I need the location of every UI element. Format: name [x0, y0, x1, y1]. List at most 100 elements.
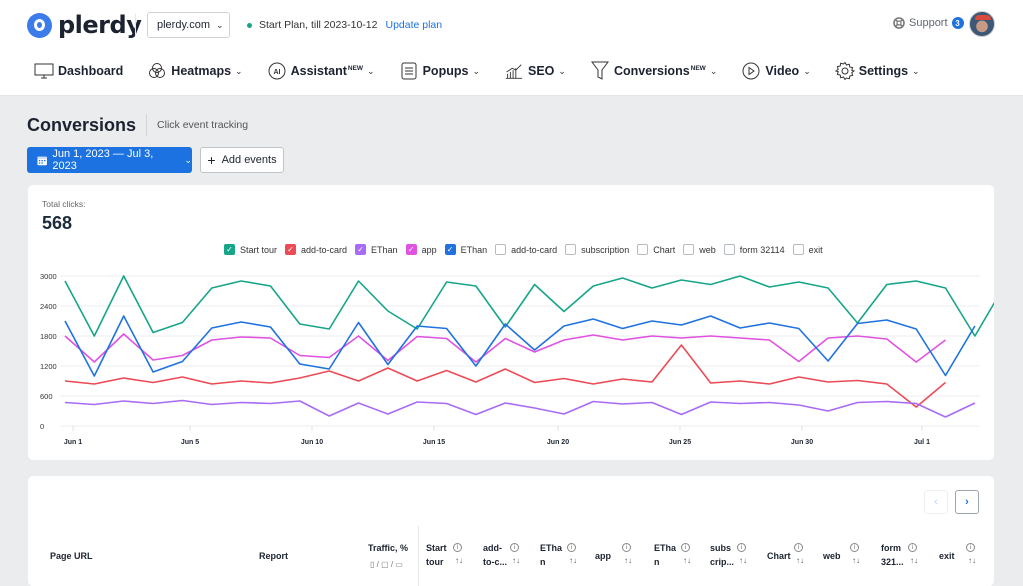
y-tick-label: 600	[40, 392, 53, 401]
chevron-down-icon: ⌄	[709, 65, 718, 76]
table-card: ‹ › Page URL Report Traffic, % ▯ / ▢ / ▭ Sta…	[28, 476, 994, 586]
column-header-event[interactable]: form 321...	[881, 541, 904, 569]
support-badge: 3	[951, 17, 964, 29]
column-header-event[interactable]: add-to-c...	[483, 541, 507, 569]
funnel-icon	[590, 61, 610, 80]
column-header-event[interactable]: app	[595, 549, 611, 563]
series-line-3	[64, 333, 946, 363]
nav-item-popups[interactable]: Popups ⌄	[399, 62, 480, 80]
status-dot-icon	[247, 22, 252, 28]
ai-icon: AI	[267, 62, 287, 80]
update-plan-link[interactable]: Update plan	[385, 19, 442, 31]
column-header-traffic[interactable]: Traffic, %	[368, 541, 408, 555]
page-title: Conversions	[27, 114, 137, 135]
plan-text: Start Plan, till 2023-10-12	[259, 19, 378, 31]
calendar-icon	[37, 156, 47, 165]
nav-label: Dashboard	[58, 64, 124, 78]
nav-item-settings[interactable]: Settings ⌄	[834, 61, 920, 81]
next-page-button[interactable]: ›	[955, 490, 979, 514]
x-tick-label: Jun 25	[669, 439, 691, 446]
page-header: Conversions Click event tracking	[27, 114, 248, 136]
prev-page-button[interactable]: ‹	[924, 490, 948, 514]
nav-label: Settings	[858, 64, 909, 78]
divider	[146, 114, 148, 136]
sort-icon[interactable]: ↑↓	[683, 556, 691, 565]
chevron-down-icon: ⌄	[184, 154, 192, 165]
sort-icon[interactable]: ↑↓	[910, 556, 918, 565]
sort-icon[interactable]: ↑↓	[796, 556, 804, 565]
column-header-event[interactable]: Start tour	[426, 541, 447, 569]
monitor-icon	[34, 62, 54, 80]
y-tick-label: 1200	[40, 362, 57, 371]
sort-icon[interactable]: ↑↓	[512, 556, 520, 565]
info-icon[interactable]: i	[510, 543, 519, 552]
plan-status: Start Plan, till 2023-10-12 Update plan	[247, 19, 442, 31]
chevron-down-icon: ⌄	[803, 65, 811, 76]
user-avatar[interactable]	[969, 11, 995, 37]
nav-item-seo[interactable]: SEO ⌄	[504, 62, 566, 80]
info-icon[interactable]: i	[794, 543, 803, 552]
new-badge: NEW	[690, 64, 706, 72]
date-range-value: Jun 1, 2023 — Jul 3, 2023	[52, 148, 154, 172]
chevron-down-icon: ⌄	[235, 65, 243, 76]
site-select[interactable]: plerdy.com ⌄	[147, 12, 230, 38]
x-tick-label: Jun 20	[547, 439, 569, 446]
column-header-page-url[interactable]: Page URL	[50, 549, 93, 563]
info-icon[interactable]: i	[622, 543, 631, 552]
info-icon[interactable]: i	[737, 543, 746, 552]
column-header-event[interactable]: exit	[939, 549, 955, 563]
support-button[interactable]: Support 3	[893, 17, 964, 29]
chevron-down-icon: ⌄	[215, 19, 224, 30]
site-select-value: plerdy.com	[157, 19, 210, 31]
sort-icon[interactable]: ↑↓	[739, 556, 747, 565]
nav-item-assistant[interactable]: AI AssistantNEW ⌄	[267, 62, 375, 80]
column-header-event[interactable]: subs crip...	[710, 541, 734, 569]
seo-chart-icon	[504, 62, 524, 80]
y-tick-label: 2400	[40, 302, 57, 311]
column-header-report[interactable]: Report	[259, 549, 288, 563]
series-line-1	[64, 344, 947, 408]
y-tick-label: 0	[40, 422, 44, 431]
nav-label: Popups	[422, 64, 469, 78]
x-tick-label: Jun 5	[181, 439, 199, 446]
chevron-down-icon: ⌄	[472, 65, 480, 76]
x-tick-label: Jul 1	[914, 439, 930, 446]
column-header-event[interactable]: ETha n	[654, 541, 676, 569]
nav-label: Heatmaps	[171, 64, 232, 78]
column-header-event[interactable]: ETha n	[540, 541, 562, 569]
info-icon[interactable]: i	[850, 543, 859, 552]
line-chart: 0 600 1200 1800 2400 3000 Jun 1 Jun 5 Jun 10 Jun …	[40, 272, 994, 446]
info-icon[interactable]: i	[681, 543, 690, 552]
chevron-down-icon: ⌄	[558, 65, 566, 76]
nav-item-video[interactable]: Video ⌄	[741, 62, 811, 80]
sort-icon[interactable]: ↑↓	[852, 556, 860, 565]
sort-icon[interactable]: ↑↓	[455, 556, 463, 565]
page-subtitle: Click event tracking	[157, 119, 249, 131]
sort-icon[interactable]: ↑↓	[624, 556, 632, 565]
series-line-2	[64, 399, 976, 418]
nav-label: ConversionsNEW	[613, 64, 706, 78]
plerdy-logo[interactable]: plerdy	[27, 11, 142, 39]
date-range-picker[interactable]: Jun 1, 2023 — Jul 3, 2023 ⌄	[27, 147, 192, 173]
lifebuoy-icon	[893, 17, 905, 29]
column-header-event[interactable]: Chart	[767, 549, 791, 563]
plus-icon: +	[207, 152, 216, 168]
info-icon[interactable]: i	[453, 543, 462, 552]
nav-item-conversions[interactable]: ConversionsNEW ⌄	[590, 61, 718, 80]
sort-icon[interactable]: ↑↓	[968, 556, 976, 565]
info-icon[interactable]: i	[567, 543, 576, 552]
main-nav: Dashboard Heatmaps ⌄ AI AssistantNEW ⌄ Popups ⌄…	[34, 61, 944, 81]
column-divider	[418, 526, 419, 586]
x-tick-label: Jun 15	[423, 439, 445, 446]
nav-item-dashboard[interactable]: Dashboard	[34, 62, 123, 80]
top-bar: plerdy plerdy.com ⌄ Start Plan, till 202…	[0, 0, 1023, 96]
info-icon[interactable]: i	[908, 543, 917, 552]
nav-item-heatmaps[interactable]: Heatmaps ⌄	[147, 62, 243, 80]
svg-text:AI: AI	[273, 69, 280, 76]
add-events-button[interactable]: + Add events	[200, 147, 284, 173]
info-icon[interactable]: i	[966, 543, 975, 552]
nav-label: SEO	[527, 64, 555, 78]
device-icons: ▯ / ▢ / ▭	[370, 560, 403, 569]
column-header-event[interactable]: web	[823, 549, 841, 563]
sort-icon[interactable]: ↑↓	[569, 556, 577, 565]
